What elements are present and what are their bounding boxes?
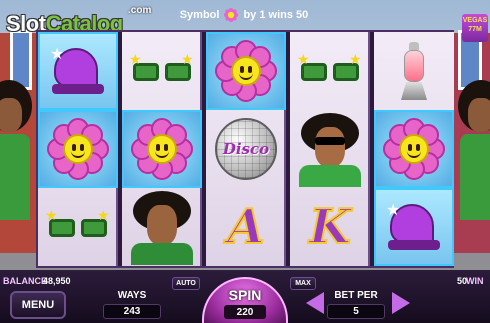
reel-cell <box>38 110 118 188</box>
letter-k-symbol: K <box>308 198 352 256</box>
reel-cell <box>122 188 202 266</box>
balance-value: 48,950 <box>43 276 71 286</box>
win-message: Symbol by 1 wins 50 <box>154 4 334 26</box>
reel-cell: ★ ★ <box>38 188 118 266</box>
sunglasses-icon: ★ ★ <box>45 207 111 243</box>
logo-suffix: .com <box>128 5 152 16</box>
side-character-left <box>0 80 32 220</box>
max-bet-button[interactable]: MAX <box>290 277 316 290</box>
reel-cell: ★ ★ <box>290 32 370 110</box>
win-label: WIN <box>466 276 484 286</box>
platform-shoe-icon: ★ <box>48 44 108 98</box>
reel-cell <box>374 32 454 110</box>
sunglasses-icon: ★ ★ <box>297 51 363 87</box>
disco-label: Disco <box>222 140 270 158</box>
reel-4: ★ ★ K <box>290 32 370 266</box>
reel-cell: Disco <box>206 110 286 188</box>
bet-per-label: BET PER <box>334 290 378 301</box>
flower-icon <box>215 40 277 102</box>
menu-button[interactable]: MENU <box>10 291 66 319</box>
flower-icon <box>224 8 239 22</box>
reel-cell: K <box>290 188 370 266</box>
balance-label: BALANCE <box>3 276 47 286</box>
reel-cell: A <box>206 188 286 266</box>
reel-cell <box>374 110 454 188</box>
ways-value: 243 <box>103 304 161 319</box>
lava-lamp-icon <box>401 42 427 100</box>
letter-a-symbol: A <box>226 198 265 256</box>
side-character-right <box>458 80 490 220</box>
reel-2: ★ ★ <box>122 32 202 266</box>
reel-3: Disco A <box>206 32 286 266</box>
reel-cell: ★ ★ <box>122 32 202 110</box>
reel-cell: ★ <box>374 188 454 266</box>
reel-cell <box>290 110 370 188</box>
spin-label: SPIN <box>228 287 262 303</box>
auto-button[interactable]: AUTO <box>172 277 200 290</box>
flower-icon <box>47 118 109 180</box>
ways-display: WAYS 243 <box>103 290 161 319</box>
total-bet-value: 220 <box>224 305 266 319</box>
flower-icon <box>383 118 445 180</box>
win-message-prefix: Symbol <box>179 9 220 21</box>
reel-cell <box>206 32 286 110</box>
platform-shoe-icon: ★ <box>384 200 444 254</box>
bet-per-display: BET PER 5 <box>327 290 385 319</box>
reel-grid: ★ ★ ★ ★ ★ Disco A ★ ★ K ★ <box>36 30 454 268</box>
bet-per-value: 5 <box>327 304 385 319</box>
ways-label: WAYS <box>117 290 147 301</box>
reel-cell <box>122 110 202 188</box>
disco-ball-icon: Disco <box>215 118 277 180</box>
reel-1: ★ ★ ★ <box>38 32 118 266</box>
win-message-suffix: by 1 wins 50 <box>243 9 309 21</box>
reel-5: ★ <box>374 32 454 266</box>
game-badge: VEGAS 77M <box>462 14 488 42</box>
flower-icon <box>131 118 193 180</box>
afro-woman-icon <box>295 111 365 187</box>
sunglasses-icon: ★ ★ <box>129 51 195 87</box>
afro-man-icon <box>127 189 197 265</box>
reel-cell: ★ <box>38 32 118 110</box>
